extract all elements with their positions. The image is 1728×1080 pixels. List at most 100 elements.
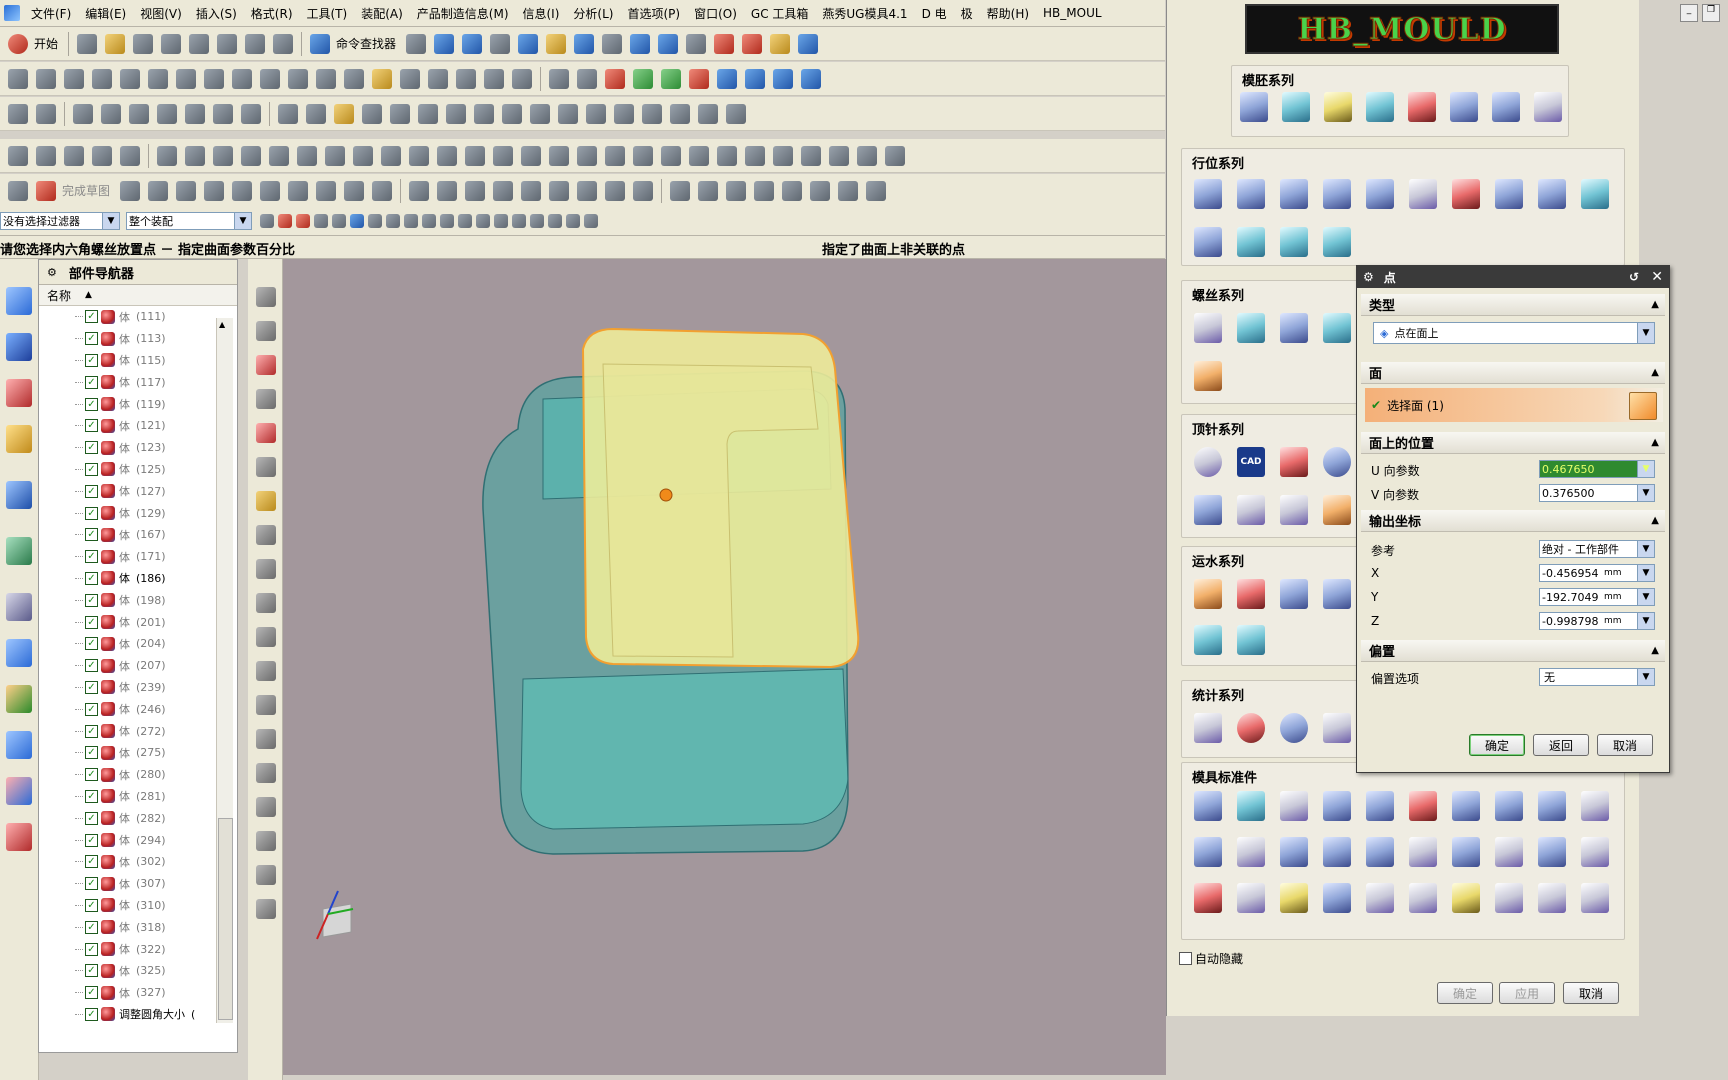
tree-row[interactable]: ✓ 体 (325) xyxy=(39,960,237,982)
divide-curve-icon[interactable] xyxy=(614,103,634,124)
relate-icon[interactable] xyxy=(885,145,905,166)
edit-curve-icon[interactable] xyxy=(642,103,662,124)
section-offset[interactable]: 偏置 ▲ xyxy=(1361,640,1665,662)
snap-arc-icon[interactable] xyxy=(422,214,436,228)
blend-icon[interactable] xyxy=(316,68,336,89)
strip-tool-5-icon[interactable] xyxy=(256,423,276,443)
thread-icon[interactable] xyxy=(204,68,224,89)
slider-6-icon[interactable] xyxy=(1409,179,1437,209)
close-icon[interactable]: ✕ xyxy=(1651,269,1663,285)
panel-apply-button[interactable]: 应用 xyxy=(1499,982,1555,1004)
tree-row[interactable]: ✓ 体 (171) xyxy=(39,546,237,568)
offset-icon[interactable] xyxy=(73,103,93,124)
start-icon[interactable] xyxy=(8,33,28,54)
strip-tool-9-icon[interactable] xyxy=(256,559,276,579)
cut-face-icon[interactable] xyxy=(465,145,485,166)
selected-point-marker[interactable] xyxy=(659,488,673,502)
ejector-8-icon[interactable] xyxy=(1323,495,1351,525)
visibility-checkbox[interactable]: ✓ xyxy=(85,724,98,738)
make-tangent-icon[interactable] xyxy=(213,145,233,166)
visibility-checkbox[interactable]: ✓ xyxy=(85,375,98,389)
ejector-3-icon[interactable] xyxy=(1280,447,1308,477)
rectangle-icon[interactable] xyxy=(362,103,382,124)
strip-tool-15-icon[interactable] xyxy=(256,763,276,783)
point-type-select[interactable]: ◈ 点在面上 ▼ xyxy=(1373,322,1655,344)
ejector-6-icon[interactable] xyxy=(1237,495,1265,525)
snap-existing-icon[interactable] xyxy=(494,214,508,228)
strip-tool-13-icon[interactable] xyxy=(256,695,276,715)
standard-part-6-icon[interactable] xyxy=(1409,791,1437,821)
move-icon[interactable] xyxy=(798,33,819,54)
optimize-face-icon[interactable] xyxy=(773,145,793,166)
visibility-checkbox[interactable]: ✓ xyxy=(85,310,98,324)
snap-center-icon[interactable] xyxy=(440,214,454,228)
rib-icon[interactable] xyxy=(232,68,252,89)
extract-icon[interactable] xyxy=(185,103,205,124)
solid-6-icon[interactable] xyxy=(838,180,859,201)
tree-row[interactable]: ✓ 体 (201) xyxy=(39,611,237,633)
standard-part-9-icon[interactable] xyxy=(1538,791,1566,821)
slider-7-icon[interactable] xyxy=(1452,179,1480,209)
menu-item[interactable]: 燕秀UG模具4.1 xyxy=(815,5,914,22)
menu-item[interactable]: 极 xyxy=(954,5,980,22)
command-finder-icon[interactable] xyxy=(310,33,331,54)
tree-row[interactable]: ✓ 体 (318) xyxy=(39,916,237,938)
undo-icon[interactable] xyxy=(245,33,266,54)
selection-filter-select[interactable]: 没有选择过滤器 ▼ xyxy=(0,212,120,230)
slider-5-icon[interactable] xyxy=(1366,179,1394,209)
cooling-6-icon[interactable] xyxy=(1237,625,1265,655)
tree-row[interactable]: ✓ 体 (125) xyxy=(39,459,237,481)
arc-icon[interactable] xyxy=(306,103,326,124)
system-scenes-icon[interactable] xyxy=(6,823,32,851)
section-position[interactable]: 面上的位置 ▲ xyxy=(1361,432,1665,454)
visibility-checkbox[interactable]: ✓ xyxy=(85,877,98,891)
standard-part-29-icon[interactable] xyxy=(1538,883,1566,913)
history-icon[interactable] xyxy=(6,537,32,565)
shell-icon[interactable] xyxy=(260,68,280,89)
mould-base-8-icon[interactable] xyxy=(1534,92,1562,122)
visibility-checkbox[interactable]: ✓ xyxy=(85,353,98,367)
restore-icon[interactable]: ❐ xyxy=(1702,4,1720,22)
face-cube-icon[interactable] xyxy=(1629,392,1657,420)
brush-icon[interactable] xyxy=(36,103,56,124)
standard-part-12-icon[interactable] xyxy=(1237,837,1265,867)
label-notch-icon[interactable] xyxy=(829,145,849,166)
snap-intersect-icon[interactable] xyxy=(512,214,526,228)
scroll-up-icon[interactable]: ▲ xyxy=(219,320,225,329)
dialog-cancel-button[interactable]: 取消 xyxy=(1597,734,1653,756)
section-type[interactable]: 类型 ▲ xyxy=(1361,294,1665,316)
assembly-icon[interactable] xyxy=(630,33,651,54)
dimension-constraint-icon[interactable] xyxy=(605,180,626,201)
visibility-checkbox[interactable]: ✓ xyxy=(85,702,98,716)
curve-analysis-icon[interactable] xyxy=(770,33,791,54)
snap-end-icon[interactable] xyxy=(296,214,310,228)
chevron-down-icon[interactable]: ▼ xyxy=(1637,613,1654,629)
clock-icon[interactable] xyxy=(6,593,32,621)
roles-icon[interactable] xyxy=(6,777,32,805)
pocket-icon[interactable] xyxy=(92,68,112,89)
visibility-checkbox[interactable]: ✓ xyxy=(85,920,98,934)
mould-base-2-icon[interactable] xyxy=(1282,92,1310,122)
tree-row[interactable]: ✓ 调整圆角大小 ( xyxy=(39,1004,237,1026)
standard-part-25-icon[interactable] xyxy=(1366,883,1394,913)
solid-5-icon[interactable] xyxy=(810,180,831,201)
standard-part-28-icon[interactable] xyxy=(1495,883,1523,913)
visibility-checkbox[interactable]: ✓ xyxy=(85,746,98,760)
unite-icon[interactable] xyxy=(484,68,504,89)
tree-row[interactable]: ✓ 体 (186) xyxy=(39,568,237,590)
standard-part-16-icon[interactable] xyxy=(1409,837,1437,867)
tree-row[interactable]: ✓ 体 (207) xyxy=(39,655,237,677)
linear-dimension-icon[interactable] xyxy=(325,145,345,166)
isoparametric-icon[interactable] xyxy=(726,103,746,124)
sew-icon[interactable] xyxy=(129,103,149,124)
menu-item[interactable]: 格式(R) xyxy=(244,5,300,22)
polygon-icon[interactable] xyxy=(372,180,393,201)
strip-tool-4-icon[interactable] xyxy=(256,389,276,409)
quick-extend-icon[interactable] xyxy=(437,180,458,201)
groove-icon[interactable] xyxy=(176,68,196,89)
tree-row[interactable]: ✓ 体 (119) xyxy=(39,393,237,415)
cooling-5-icon[interactable] xyxy=(1194,625,1222,655)
standard-part-14-icon[interactable] xyxy=(1323,837,1351,867)
strip-tool-3-icon[interactable] xyxy=(256,355,276,375)
cooling-4-icon[interactable] xyxy=(1323,579,1351,609)
